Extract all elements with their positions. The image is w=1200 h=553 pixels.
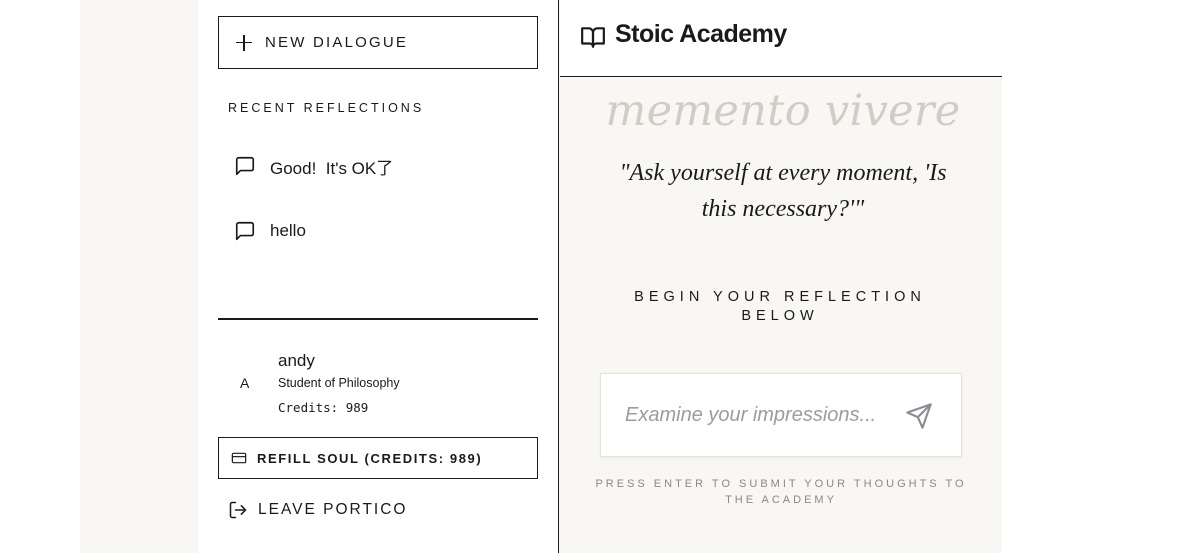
- outer-margin-right: [1002, 0, 1200, 553]
- sidebar: NEW DIALOGUE RECENT REFLECTIONS Good! It…: [198, 0, 559, 553]
- credit-card-icon: [231, 452, 247, 464]
- leave-portico-label: LEAVE PORTICO: [258, 501, 408, 518]
- reflection-input-container: [600, 373, 962, 457]
- stoic-quote: "Ask yourself at every moment, 'Is this …: [619, 160, 947, 222]
- sidebar-divider: [218, 318, 538, 320]
- begin-reflection-prompt: BEGIN YOUR REFLECTION BELOW: [634, 289, 926, 324]
- conversation-item[interactable]: Good! It's OK了: [234, 151, 393, 181]
- recent-reflections-heading: RECENT REFLECTIONS: [228, 101, 425, 115]
- user-role: Student of Philosophy: [278, 376, 400, 390]
- conversation-title: Good! It's OK了: [270, 158, 394, 178]
- motto: memento vivere: [605, 86, 961, 136]
- book-open-icon: [581, 27, 605, 48]
- refill-soul-label: REFILL SOUL (CREDITS: 989): [257, 450, 483, 466]
- leave-portico-button[interactable]: LEAVE PORTICO: [228, 496, 407, 524]
- message-square-icon: [235, 156, 255, 176]
- new-dialogue-label: NEW DIALOGUE: [265, 34, 409, 51]
- conversation-title: hello: [270, 221, 306, 240]
- header: Stoic Academy: [560, 0, 1002, 77]
- avatar: A: [240, 375, 250, 391]
- outer-margin-left: [0, 0, 80, 553]
- user-name: andy: [278, 351, 315, 370]
- plus-icon: [235, 34, 253, 52]
- app-title: Stoic Academy: [615, 20, 787, 48]
- new-dialogue-button[interactable]: NEW DIALOGUE: [218, 16, 538, 69]
- send-icon[interactable]: [905, 402, 933, 430]
- reflection-input[interactable]: [625, 400, 895, 430]
- refill-soul-button[interactable]: REFILL SOUL (CREDITS: 989): [218, 437, 538, 479]
- main-panel: Stoic Academy memento vivere "Ask yourse…: [560, 0, 1002, 553]
- submit-hint: PRESS ENTER TO SUBMIT YOUR THOUGHTS TO T…: [595, 478, 967, 506]
- user-credits: Credits: 989: [278, 400, 369, 415]
- conversation-item[interactable]: hello: [234, 216, 306, 246]
- log-out-icon: [229, 501, 247, 519]
- message-square-icon: [235, 221, 255, 241]
